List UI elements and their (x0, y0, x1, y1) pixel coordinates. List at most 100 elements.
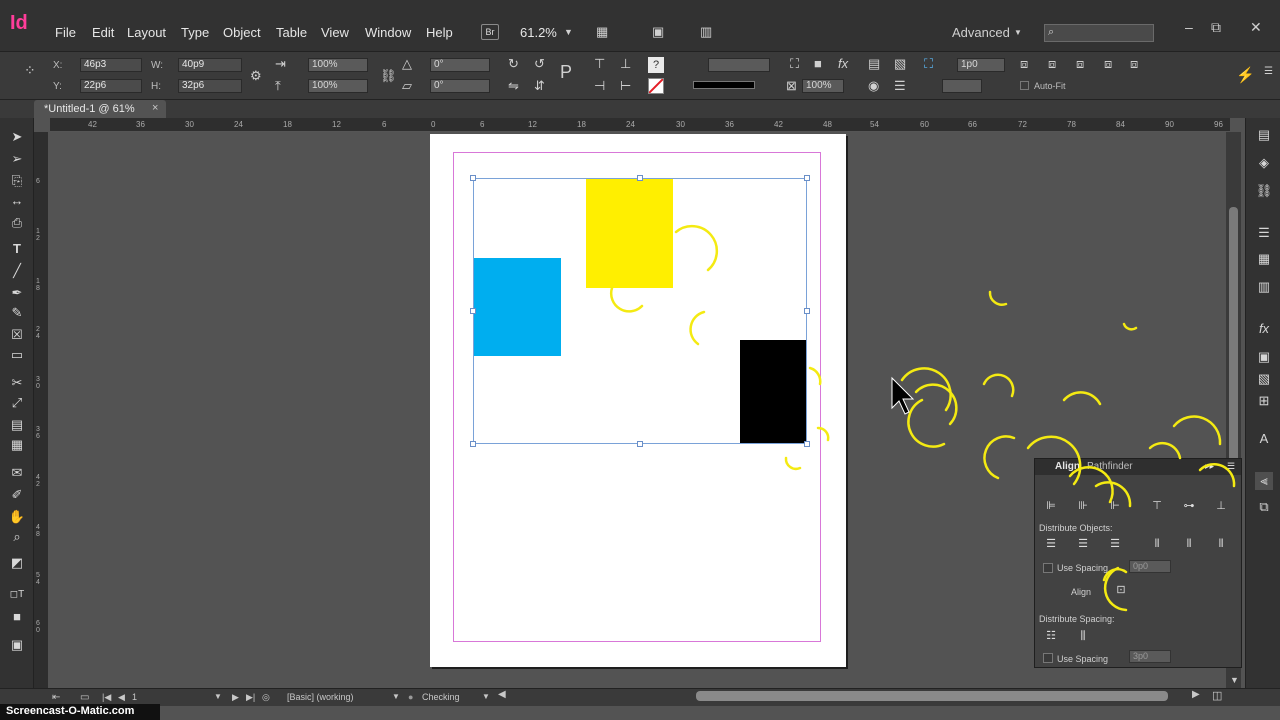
line-tool-icon[interactable]: ╱ (8, 262, 26, 280)
selection-handle[interactable] (804, 441, 810, 447)
workspace-switcher[interactable]: Advanced (952, 25, 1010, 40)
vertical-ruler[interactable]: 6 1 2 1 8 2 4 3 0 3 6 4 2 4 8 5 4 6 0 (34, 132, 48, 688)
align-left-edges-icon[interactable]: ⊫ (1043, 499, 1059, 513)
gradient-panel-icon[interactable]: ▧ (1255, 370, 1273, 388)
formatting-affects-container-icon[interactable]: ◻T (8, 586, 26, 604)
select-container-icon[interactable]: ⊤ (594, 56, 605, 72)
hand-tool-icon[interactable]: ✋ (8, 508, 26, 526)
gradient-swatch-tool-icon[interactable]: ▤ (8, 416, 26, 434)
fit-content-proportionally-icon[interactable]: ⧈ (1020, 56, 1028, 72)
first-spread-icon[interactable]: ⇤ (52, 692, 60, 703)
menu-layout[interactable]: Layout (127, 25, 166, 40)
distribute-left-edges-icon[interactable]: ⫴ (1149, 537, 1165, 551)
direct-selection-tool-icon[interactable]: ➢ (8, 150, 26, 168)
select-previous-icon[interactable]: ⊣ (594, 78, 605, 94)
stroke-swatch-icon[interactable] (648, 78, 664, 94)
scale-x-field[interactable]: 100% (308, 58, 368, 72)
text-wrap-jump-icon[interactable]: ☰ (894, 78, 906, 94)
style-dropdown-icon[interactable]: ▼ (392, 692, 400, 701)
distribute-horizontal-space-icon[interactable]: ⫼ (1075, 629, 1091, 643)
gradient-feather-tool-icon[interactable]: ▦ (8, 436, 26, 454)
line-style-dropdown[interactable] (942, 79, 982, 93)
flip-vertical-icon[interactable]: ⇵ (534, 78, 545, 94)
align-vertical-centers-icon[interactable]: ⊶ (1181, 499, 1197, 513)
stroke-weight-field[interactable]: 1p0 (957, 58, 1005, 72)
bridge-button[interactable]: Br (481, 24, 499, 40)
distribute-vertical-centers-icon[interactable]: ☰ (1075, 537, 1091, 551)
horizontal-ruler[interactable]: 42 36 30 24 18 12 6 0 6 12 18 24 30 36 4… (50, 118, 1230, 132)
swatches-panel-icon[interactable]: ▦ (1255, 250, 1273, 268)
selection-handle[interactable] (637, 441, 643, 447)
page-number-field[interactable]: 1 (132, 692, 137, 702)
selection-handle[interactable] (804, 308, 810, 314)
normal-mode-icon[interactable]: ■ (8, 608, 26, 626)
screen-mode-icon[interactable]: ▣ (652, 24, 664, 40)
note-tool-icon[interactable]: ✉ (8, 464, 26, 482)
selection-handle[interactable] (470, 308, 476, 314)
menu-file[interactable]: File (55, 25, 76, 40)
link-scale-icon[interactable]: ⛓ (380, 68, 397, 84)
reference-point-icon[interactable]: ⁘ (24, 62, 36, 79)
frame-fitting-icon[interactable]: ⛶ (924, 56, 933, 72)
stroke-weight-dropdown[interactable] (708, 58, 770, 72)
selection-bounding-box[interactable] (473, 178, 807, 444)
rotation-field[interactable]: 0° (430, 58, 490, 72)
text-wrap-shape-icon[interactable]: ◉ (868, 78, 879, 94)
distribute-horizontal-centers-icon[interactable]: ⫴ (1181, 537, 1197, 551)
last-page-icon[interactable]: ▶| (246, 692, 255, 703)
scroll-down-icon[interactable]: ▼ (1230, 675, 1239, 685)
autofit-checkbox[interactable] (1020, 81, 1029, 90)
distribute-spacing-input[interactable]: 0p0 (1129, 560, 1171, 573)
arrange-documents-icon[interactable]: ▥ (700, 24, 712, 40)
scissors-tool-icon[interactable]: ✂ (8, 374, 26, 392)
x-field[interactable]: 46p3 (80, 58, 142, 72)
selection-handle[interactable] (804, 175, 810, 181)
close-window-button[interactable]: ✕ (1250, 19, 1262, 36)
panel-menu-icon[interactable]: ☰ (1227, 461, 1235, 472)
document-tab[interactable]: *Untitled-1 @ 61% × (34, 100, 166, 118)
align-top-edges-icon[interactable]: ⊤ (1149, 499, 1165, 513)
scroll-right-icon[interactable]: ▶ (1192, 689, 1200, 700)
stroke-type-dropdown[interactable] (693, 81, 755, 89)
align-to-selection-dropdown[interactable]: ⊡ (1113, 583, 1129, 597)
width-field[interactable]: 40p9 (178, 58, 242, 72)
drop-shadow-icon[interactable]: ■ (814, 56, 822, 71)
distribute-right-edges-icon[interactable]: ⫴ (1213, 537, 1229, 551)
align-right-edges-icon[interactable]: ⊩ (1107, 499, 1123, 513)
content-collector-icon[interactable]: ⎙ (8, 214, 26, 232)
stroke-panel-icon[interactable]: ☰ (1255, 224, 1273, 242)
shear-field[interactable]: 0° (430, 79, 490, 93)
rectangle-frame-tool-icon[interactable]: ☒ (8, 326, 26, 344)
close-tab-icon[interactable]: × (152, 102, 158, 114)
align-panel-icon[interactable]: ⫷ (1255, 472, 1273, 490)
use-spacing-2-checkbox[interactable] (1043, 653, 1053, 663)
distribute-vertical-space-icon[interactable]: ☷ (1043, 629, 1059, 643)
selection-handle[interactable] (470, 175, 476, 181)
opacity-field[interactable]: 100% (802, 79, 844, 93)
menu-edit[interactable]: Edit (92, 25, 114, 40)
free-transform-tool-icon[interactable]: ⤢ (8, 394, 26, 412)
distribute-top-edges-icon[interactable]: ☰ (1043, 537, 1059, 551)
selection-handle[interactable] (470, 441, 476, 447)
view-options-icon[interactable]: ▦ (596, 24, 608, 40)
next-page-icon[interactable]: ▶ (232, 692, 239, 703)
collapse-panel-icon[interactable]: ▸▸ (1205, 461, 1214, 472)
select-next-icon[interactable]: ⊢ (620, 78, 631, 94)
scale-y-field[interactable]: 100% (308, 79, 368, 93)
type-tool-icon[interactable]: T (8, 240, 26, 258)
y-field[interactable]: 22p6 (80, 79, 142, 93)
selection-tool-icon[interactable]: ➤ (8, 128, 26, 146)
selection-handle[interactable] (637, 175, 643, 181)
fit-content-to-frame-icon[interactable]: ⧈ (1130, 56, 1138, 72)
links-panel-icon[interactable]: ⛓ (1255, 182, 1273, 200)
fit-frame-to-content-icon[interactable]: ⧈ (1048, 56, 1056, 72)
effects-icon[interactable]: fx (838, 56, 848, 71)
use-spacing-checkbox[interactable] (1043, 563, 1053, 573)
spacing-2-input[interactable]: 3p0 (1129, 650, 1171, 663)
pathfinder-panel-icon[interactable]: ⧉ (1255, 498, 1273, 516)
control-panel-menu-icon[interactable]: ☰ (1264, 66, 1273, 77)
fill-stroke-icon[interactable]: ◩ (8, 554, 26, 572)
menu-object[interactable]: Object (223, 25, 261, 40)
effects-panel-icon[interactable]: fx (1255, 320, 1273, 338)
pen-tool-icon[interactable]: ✒ (8, 284, 26, 302)
